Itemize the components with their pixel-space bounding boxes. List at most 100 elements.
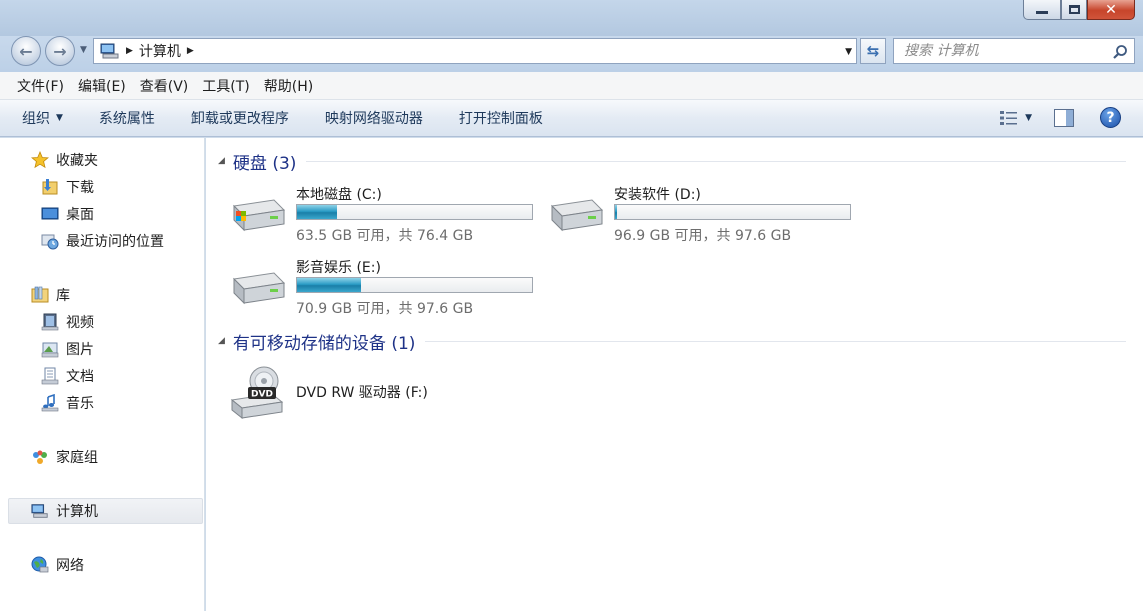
command-bar: 组织 ▼ 系统属性 卸载或更改程序 映射网络驱动器 打开控制面板 ▼ ? bbox=[0, 100, 1143, 137]
close-button[interactable]: ✕ bbox=[1087, 0, 1135, 20]
close-icon: ✕ bbox=[1105, 1, 1117, 18]
dvd-drive-item[interactable]: DVD DVD RW 驱动器 (F:) bbox=[228, 364, 548, 420]
menu-edit[interactable]: 编辑(E) bbox=[71, 76, 133, 96]
dvd-drive-icon: DVD bbox=[230, 366, 284, 420]
dvd-badge: DVD bbox=[251, 390, 273, 400]
drive-name: 影音娱乐 (E:) bbox=[296, 260, 381, 276]
computer-icon bbox=[31, 504, 48, 518]
drive-usage-fill bbox=[297, 205, 337, 219]
nav-favorites[interactable]: 收藏夹 bbox=[0, 147, 204, 173]
maximize-icon bbox=[1068, 5, 1080, 14]
maximize-button[interactable] bbox=[1061, 0, 1087, 20]
preview-pane-icon[interactable] bbox=[1054, 108, 1074, 127]
breadcrumb-computer[interactable]: 计算机 bbox=[139, 41, 181, 61]
help-icon[interactable]: ? bbox=[1100, 107, 1121, 128]
menu-tools[interactable]: 工具(T) bbox=[195, 76, 256, 96]
collapse-triangle-icon[interactable]: ◢ bbox=[218, 336, 225, 346]
nav-downloads[interactable]: 下载 bbox=[0, 174, 204, 200]
drive-usage-fill bbox=[297, 278, 362, 292]
group-title: 硬盘 (3) bbox=[232, 153, 297, 174]
group-title: 有可移动存储的设备 (1) bbox=[232, 333, 416, 354]
nav-computer[interactable]: 计算机 bbox=[8, 498, 203, 524]
drive-free-space: 63.5 GB 可用，共 76.4 GB bbox=[296, 228, 474, 244]
drive-free-space: 70.9 GB 可用，共 97.6 GB bbox=[296, 301, 474, 317]
recent-pages-button[interactable]: ▼ bbox=[80, 45, 87, 55]
computer-icon bbox=[100, 43, 119, 59]
system-properties-button[interactable]: 系统属性 bbox=[99, 108, 155, 128]
drive-usage-bar bbox=[296, 277, 533, 293]
content-area: ◢ 硬盘 (3) 本地磁盘 (C:) 63.5 GB 可用，共 76.4 GB … bbox=[206, 138, 1143, 611]
recent-places-icon bbox=[41, 234, 59, 250]
map-network-drive-button[interactable]: 映射网络驱动器 bbox=[325, 108, 423, 128]
chevron-down-icon: ▼ bbox=[80, 45, 87, 55]
drive-name: 安装软件 (D:) bbox=[614, 187, 701, 203]
forward-button[interactable]: → bbox=[45, 36, 75, 66]
menu-help[interactable]: 帮助(H) bbox=[257, 76, 320, 96]
nav-network[interactable]: 网络 bbox=[0, 552, 204, 578]
navigation-pane: 收藏夹 下载 桌面 最近访问的位置 库 视频 图片 文档 音乐 家庭组 计算机 … bbox=[0, 138, 205, 611]
window-controls: ✕ bbox=[1023, 0, 1135, 20]
nav-recent-places[interactable]: 最近访问的位置 bbox=[0, 228, 204, 254]
drive-name: DVD RW 驱动器 (F:) bbox=[296, 385, 428, 401]
drive-usage-fill bbox=[615, 205, 617, 219]
drive-usage-bar bbox=[614, 204, 851, 220]
nav-libraries[interactable]: 库 bbox=[0, 282, 204, 308]
arrow-left-icon: ← bbox=[19, 41, 33, 61]
address-dropdown-icon[interactable]: ▼ bbox=[845, 47, 852, 57]
network-globe-icon bbox=[31, 556, 49, 573]
open-control-panel-button[interactable]: 打开控制面板 bbox=[459, 108, 543, 128]
nav-pictures[interactable]: 图片 bbox=[0, 336, 204, 362]
star-icon bbox=[31, 151, 49, 169]
drive-free-space: 96.9 GB 可用，共 97.6 GB bbox=[614, 228, 792, 244]
drive-item[interactable]: 安装软件 (D:) 96.9 GB 可用，共 97.6 GB bbox=[546, 184, 866, 248]
group-divider bbox=[425, 340, 1126, 342]
menu-bar: 文件(F) 编辑(E) 查看(V) 工具(T) 帮助(H) bbox=[0, 72, 1143, 100]
search-icon[interactable] bbox=[1112, 44, 1128, 60]
address-bar[interactable]: ▶ 计算机 ▶ ▼ bbox=[93, 38, 857, 64]
drive-name: 本地磁盘 (C:) bbox=[296, 187, 382, 203]
hard-drive-icon bbox=[232, 272, 286, 305]
minimize-icon bbox=[1036, 11, 1048, 14]
drive-item[interactable]: 本地磁盘 (C:) 63.5 GB 可用，共 76.4 GB bbox=[228, 184, 548, 248]
nav-homegroup[interactable]: 家庭组 bbox=[0, 444, 204, 470]
group-header-removable[interactable]: ◢ 有可移动存储的设备 (1) bbox=[218, 329, 1126, 354]
search-input[interactable] bbox=[904, 43, 1104, 59]
homegroup-icon bbox=[33, 450, 47, 464]
libraries-icon bbox=[31, 286, 49, 303]
nav-documents[interactable]: 文档 bbox=[0, 363, 204, 389]
collapse-triangle-icon[interactable]: ◢ bbox=[218, 156, 225, 166]
search-box bbox=[893, 38, 1135, 64]
view-controls: ▼ ? bbox=[991, 107, 1121, 128]
nav-music[interactable]: 音乐 bbox=[0, 390, 204, 416]
organize-button[interactable]: 组织 ▼ bbox=[22, 108, 63, 128]
title-bar: ✕ bbox=[0, 0, 1143, 36]
downloads-folder-icon bbox=[42, 179, 58, 195]
hard-drive-icon bbox=[550, 199, 604, 232]
music-library-icon bbox=[41, 394, 59, 412]
drive-usage-bar bbox=[296, 204, 533, 220]
uninstall-program-button[interactable]: 卸载或更改程序 bbox=[191, 108, 289, 128]
chevron-down-icon: ▼ bbox=[56, 113, 63, 123]
breadcrumb-chevron-icon[interactable]: ▶ bbox=[187, 46, 194, 56]
address-row: ← → ▼ ▶ 计算机 ▶ ▼ ⇆ bbox=[0, 36, 1143, 72]
menu-view[interactable]: 查看(V) bbox=[133, 76, 196, 96]
organize-label: 组织 bbox=[22, 111, 50, 127]
arrow-right-icon: → bbox=[53, 41, 67, 61]
menu-file[interactable]: 文件(F) bbox=[10, 76, 71, 96]
group-divider bbox=[306, 160, 1126, 162]
nav-videos[interactable]: 视频 bbox=[0, 309, 204, 335]
breadcrumb-chevron-icon[interactable]: ▶ bbox=[126, 46, 133, 56]
view-options-dropdown-icon[interactable]: ▼ bbox=[1025, 113, 1032, 123]
hard-drive-system-icon bbox=[232, 199, 286, 232]
refresh-button[interactable]: ⇆ bbox=[860, 38, 886, 64]
refresh-icon: ⇆ bbox=[866, 42, 880, 60]
group-header-hard-disks[interactable]: ◢ 硬盘 (3) bbox=[218, 149, 1126, 174]
pictures-library-icon bbox=[41, 342, 59, 358]
minimize-button[interactable] bbox=[1023, 0, 1061, 20]
change-view-icon[interactable] bbox=[999, 109, 1019, 127]
desktop-icon bbox=[41, 207, 59, 220]
drive-item[interactable]: 影音娱乐 (E:) 70.9 GB 可用，共 97.6 GB bbox=[228, 257, 548, 321]
videos-library-icon bbox=[41, 313, 59, 331]
nav-desktop[interactable]: 桌面 bbox=[0, 201, 204, 227]
back-button[interactable]: ← bbox=[11, 36, 41, 66]
